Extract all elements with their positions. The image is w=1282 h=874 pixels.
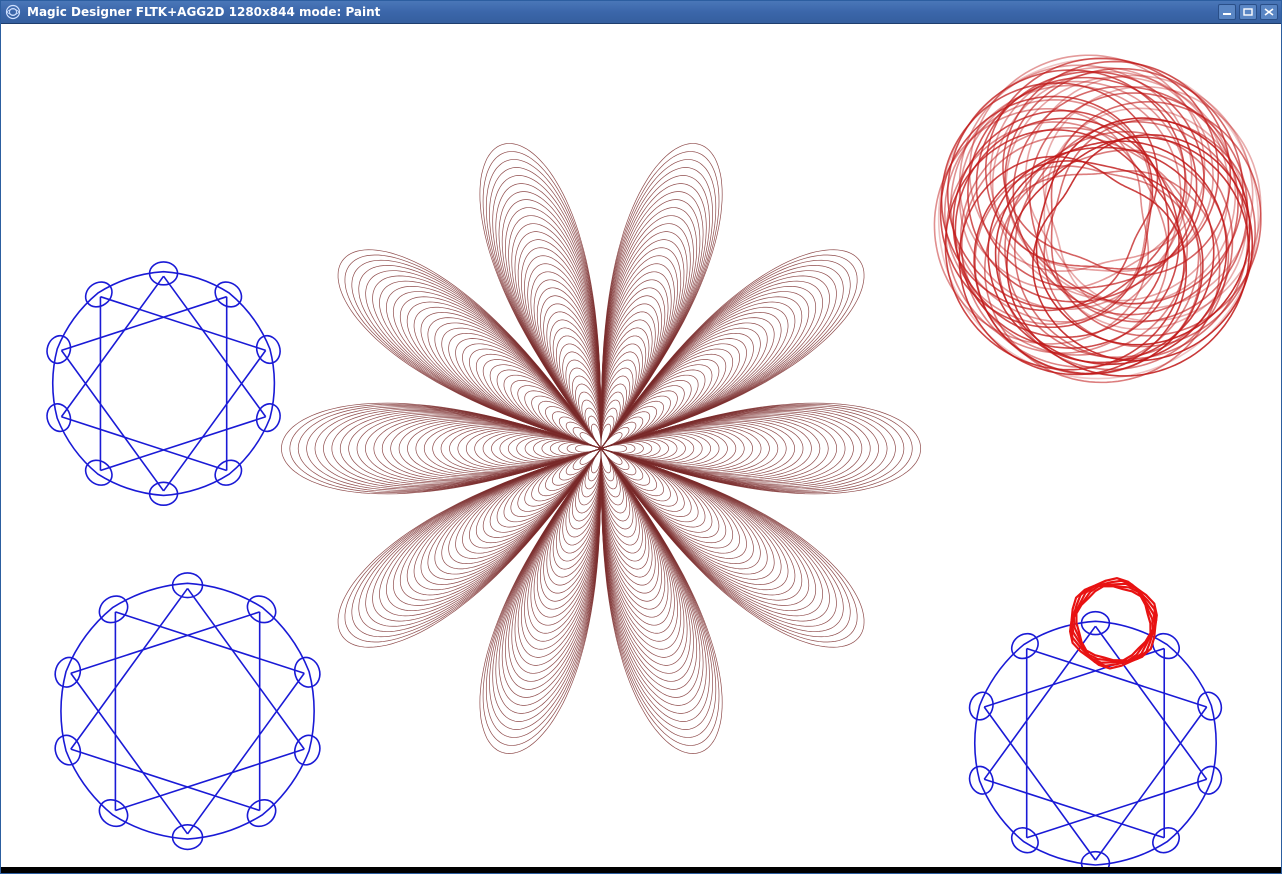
maximize-button[interactable]	[1239, 4, 1257, 20]
close-button[interactable]	[1260, 4, 1278, 20]
spirograph-dense-ring	[934, 55, 1260, 382]
window-title: Magic Designer FLTK+AGG2D 1280x844 mode:…	[27, 5, 1218, 19]
spirograph-star	[51, 573, 323, 849]
spirograph-star	[44, 262, 284, 505]
drawing-canvas[interactable]	[1, 23, 1281, 867]
bottom-border	[1, 867, 1281, 873]
spirograph-star	[966, 612, 1225, 867]
minimize-button[interactable]	[1218, 4, 1236, 20]
spirograph-flower	[281, 143, 920, 753]
titlebar[interactable]: Magic Designer FLTK+AGG2D 1280x844 mode:…	[1, 1, 1281, 23]
canvas-svg	[1, 24, 1281, 867]
window-buttons	[1218, 4, 1278, 20]
app-icon	[5, 4, 21, 20]
application-window: Magic Designer FLTK+AGG2D 1280x844 mode:…	[0, 0, 1282, 874]
